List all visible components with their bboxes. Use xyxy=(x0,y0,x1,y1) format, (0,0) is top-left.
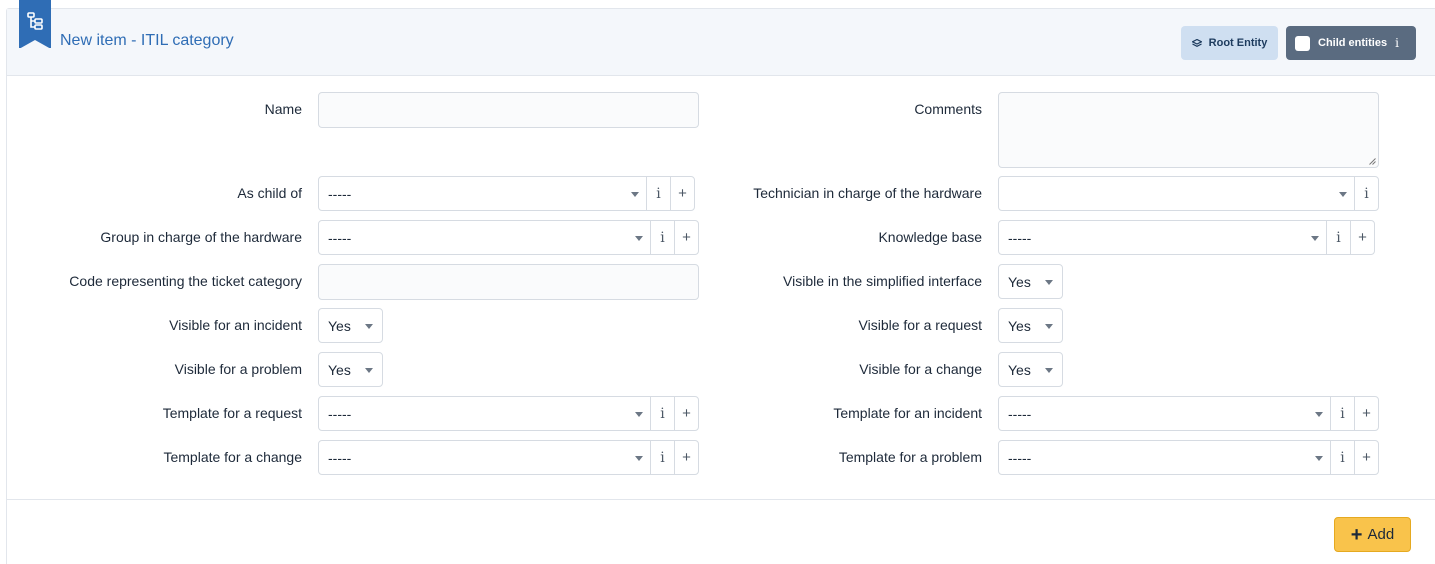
template-incident-label: Template for an incident xyxy=(833,405,982,421)
visible-change-label: Visible for a change xyxy=(859,361,982,377)
child-entities-label: Child entities xyxy=(1318,37,1388,49)
group-select[interactable]: ----- i + xyxy=(318,220,699,255)
chevron-down-icon xyxy=(1315,412,1323,417)
template-problem-select[interactable]: ----- i + xyxy=(998,440,1379,475)
add-icon[interactable]: + xyxy=(1354,441,1378,474)
visible-request-label: Visible for a request xyxy=(858,317,982,333)
chevron-down-icon xyxy=(635,456,643,461)
technician-select[interactable]: i xyxy=(998,176,1379,211)
root-entity-label: Root Entity xyxy=(1208,37,1268,49)
info-icon[interactable]: i xyxy=(646,177,670,210)
add-icon[interactable]: + xyxy=(670,177,694,210)
as-child-of-label: As child of xyxy=(237,185,302,201)
info-icon[interactable]: i xyxy=(1330,397,1354,430)
add-icon[interactable]: + xyxy=(1350,221,1374,254)
ribbon-badge xyxy=(19,0,51,49)
chevron-down-icon xyxy=(1339,192,1347,197)
comments-textarea[interactable] xyxy=(998,92,1379,168)
name-label: Name xyxy=(264,101,302,117)
template-request-select[interactable]: ----- i + xyxy=(318,396,699,431)
chevron-down-icon xyxy=(1045,280,1053,285)
plus-icon: + xyxy=(1350,523,1363,546)
group-label: Group in charge of the hardware xyxy=(100,229,302,245)
as-child-of-select[interactable]: ----- i + xyxy=(318,176,695,211)
template-problem-label: Template for a problem xyxy=(838,449,982,465)
info-icon[interactable]: i xyxy=(1326,221,1350,254)
visible-incident-select[interactable]: Yes xyxy=(318,308,383,343)
visible-simplified-label: Visible in the simplified interface xyxy=(783,273,982,289)
chevron-down-icon xyxy=(631,192,639,197)
visible-change-value: Yes xyxy=(1008,362,1031,378)
info-icon[interactable]: i xyxy=(650,221,674,254)
info-icon[interactable]: i xyxy=(650,397,674,430)
chevron-down-icon xyxy=(635,236,643,241)
chevron-down-icon xyxy=(1315,456,1323,461)
template-request-value: ----- xyxy=(328,406,352,422)
template-problem-value: ----- xyxy=(1008,450,1032,466)
group-value: ----- xyxy=(328,230,352,246)
layers-icon xyxy=(1191,39,1202,47)
resize-handle-icon[interactable] xyxy=(1369,158,1376,165)
chevron-down-icon xyxy=(1311,236,1319,241)
as-child-of-value: ----- xyxy=(328,186,352,202)
name-input[interactable] xyxy=(318,92,699,128)
chevron-down-icon xyxy=(1045,368,1053,373)
template-incident-select[interactable]: ----- i + xyxy=(998,396,1379,431)
add-button[interactable]: + Add xyxy=(1334,517,1411,552)
child-entities-checkbox[interactable] xyxy=(1295,35,1310,51)
add-button-label: Add xyxy=(1367,526,1395,543)
template-change-select[interactable]: ----- i + xyxy=(318,440,699,475)
template-change-value: ----- xyxy=(328,450,352,466)
visible-problem-value: Yes xyxy=(328,362,351,378)
code-input[interactable] xyxy=(318,264,699,300)
add-icon[interactable]: + xyxy=(674,441,698,474)
template-request-label: Template for a request xyxy=(162,405,302,421)
root-entity-button[interactable]: Root Entity xyxy=(1181,26,1278,60)
chevron-down-icon xyxy=(635,412,643,417)
info-icon[interactable]: i xyxy=(1330,441,1354,474)
visible-problem-label: Visible for a problem xyxy=(174,361,302,377)
template-change-label: Template for a change xyxy=(163,449,302,465)
footer-divider xyxy=(7,499,1435,500)
chevron-down-icon xyxy=(1045,324,1053,329)
add-icon[interactable]: + xyxy=(674,221,698,254)
comments-label: Comments xyxy=(914,101,982,117)
info-icon[interactable]: i xyxy=(650,441,674,474)
card-header: New item - ITIL category Root Entity Chi… xyxy=(7,0,1435,76)
visible-incident-label: Visible for an incident xyxy=(169,317,302,333)
add-icon[interactable]: + xyxy=(674,397,698,430)
code-label: Code representing the ticket category xyxy=(69,273,302,289)
visible-simplified-select[interactable]: Yes xyxy=(998,264,1063,299)
visible-request-value: Yes xyxy=(1008,318,1031,334)
knowledge-base-label: Knowledge base xyxy=(878,229,982,245)
knowledge-base-select[interactable]: ----- i + xyxy=(998,220,1375,255)
info-icon[interactable]: i xyxy=(1395,36,1399,50)
knowledge-base-value: ----- xyxy=(1008,230,1032,246)
template-incident-value: ----- xyxy=(1008,406,1032,422)
tree-structure-icon xyxy=(27,12,43,30)
visible-simplified-value: Yes xyxy=(1008,274,1031,290)
visible-request-select[interactable]: Yes xyxy=(998,308,1063,343)
visible-incident-value: Yes xyxy=(328,318,351,334)
visible-problem-select[interactable]: Yes xyxy=(318,352,383,387)
info-icon[interactable]: i xyxy=(1354,177,1378,210)
visible-change-select[interactable]: Yes xyxy=(998,352,1063,387)
page-title: New item - ITIL category xyxy=(60,32,234,49)
child-entities-toggle[interactable]: Child entities i xyxy=(1286,26,1416,60)
technician-label: Technician in charge of the hardware xyxy=(753,185,982,201)
chevron-down-icon xyxy=(365,368,373,373)
chevron-down-icon xyxy=(365,324,373,329)
add-icon[interactable]: + xyxy=(1354,397,1378,430)
